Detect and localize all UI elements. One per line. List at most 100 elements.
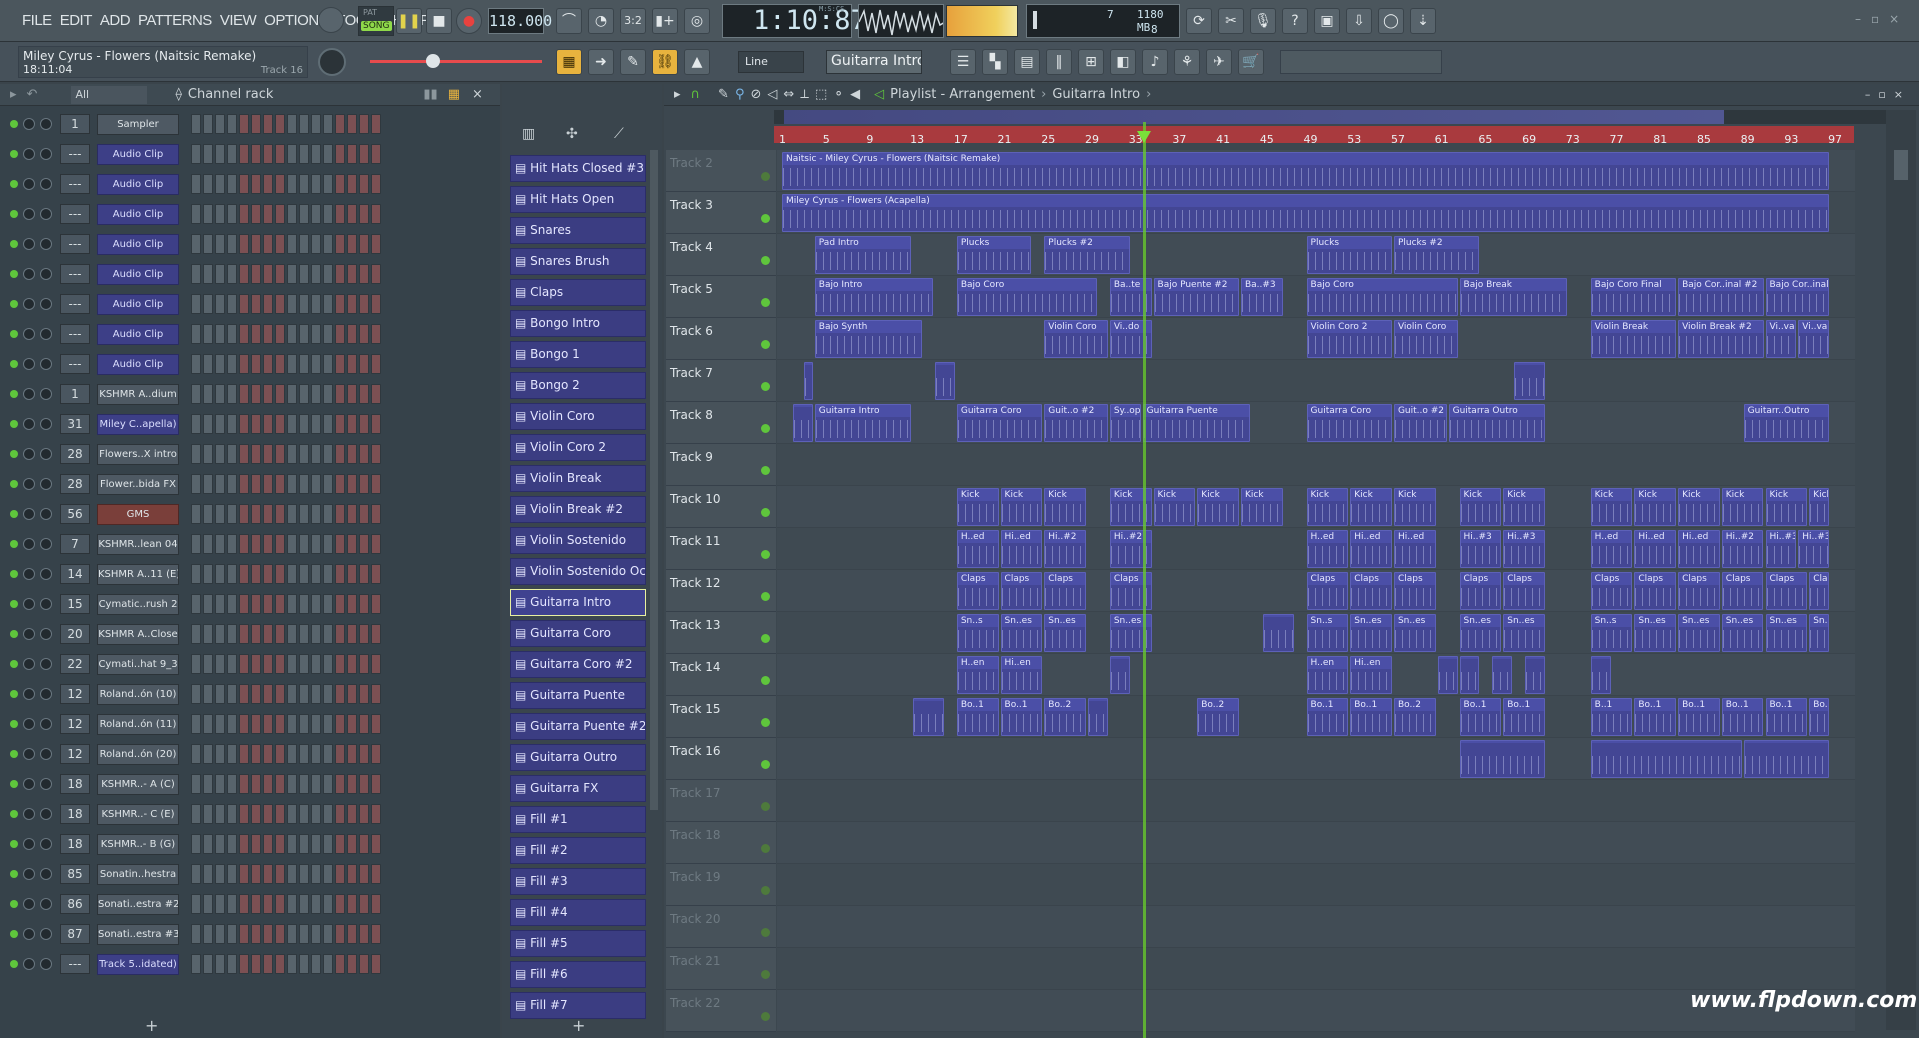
pattern-item[interactable]: ▤ Snares Brush (510, 248, 646, 275)
step-button[interactable] (251, 954, 261, 974)
channel-step-sequencer[interactable] (191, 864, 381, 884)
step-button[interactable] (275, 444, 285, 464)
pattern-item[interactable]: ▤ Guitarra Coro #2 (510, 651, 646, 678)
step-button[interactable] (335, 444, 345, 464)
step-button[interactable] (251, 624, 261, 644)
step-button[interactable] (299, 174, 309, 194)
playlist-clip[interactable] (934, 362, 955, 400)
link-icon[interactable]: ⛓ (652, 49, 678, 75)
step-button[interactable] (299, 534, 309, 554)
step-button[interactable] (239, 174, 249, 194)
track-header[interactable]: Track 8 (666, 402, 776, 444)
step-button[interactable] (275, 234, 285, 254)
step-button[interactable] (227, 744, 237, 764)
channel-led-icon[interactable] (10, 960, 18, 968)
scroll-thumb[interactable] (1894, 150, 1908, 180)
channel-volume-knob[interactable] (40, 268, 52, 280)
step-button[interactable] (323, 384, 333, 404)
step-button[interactable] (323, 594, 333, 614)
step-button[interactable] (191, 774, 201, 794)
step-button[interactable] (323, 714, 333, 734)
step-button[interactable] (227, 774, 237, 794)
step-button[interactable] (227, 684, 237, 704)
playlist-clip[interactable]: H..ed (1590, 530, 1633, 568)
channel-name-button[interactable]: KSHMR..lean 04 (97, 533, 179, 555)
playlist-clip[interactable]: Sn..es (1765, 614, 1808, 652)
step-button[interactable] (311, 414, 321, 434)
step-button[interactable] (215, 864, 225, 884)
step-button[interactable] (263, 174, 273, 194)
channel-row[interactable]: 18 KSHMR..- B (G) (10, 832, 381, 856)
step-button[interactable] (359, 654, 369, 674)
step-button[interactable] (347, 414, 357, 434)
channel-led-icon[interactable] (10, 150, 18, 158)
channel-row[interactable]: 85 Sonatin..hestra (10, 862, 381, 886)
step-button[interactable] (215, 204, 225, 224)
step-button[interactable] (323, 774, 333, 794)
step-button[interactable] (323, 534, 333, 554)
step-button[interactable] (251, 474, 261, 494)
channel-volume-knob[interactable] (40, 388, 52, 400)
step-button[interactable] (239, 924, 249, 944)
picker-pattern-icon[interactable]: ▥ (522, 126, 535, 142)
playlist-clip[interactable]: Kick (956, 488, 999, 526)
channel-pan-knob[interactable] (23, 628, 35, 640)
pattern-item[interactable]: ▤ Claps (510, 279, 646, 306)
channel-volume-knob[interactable] (40, 658, 52, 670)
channel-mixer-number[interactable]: 87 (60, 924, 90, 944)
track-led-icon[interactable] (761, 298, 770, 307)
playlist-clip[interactable]: Bo..1 (956, 698, 999, 736)
channel-pan-knob[interactable] (23, 448, 35, 460)
step-button[interactable] (251, 864, 261, 884)
track-led-icon[interactable] (761, 550, 770, 559)
playlist-arrow-icon[interactable]: ▸ (674, 87, 681, 102)
step-button[interactable] (275, 654, 285, 674)
track-header[interactable]: Track 5 (666, 276, 776, 318)
step-button[interactable] (287, 264, 297, 284)
step-button[interactable] (191, 414, 201, 434)
channel-name-button[interactable]: KSHMR..- A (C) (97, 773, 179, 795)
step-button[interactable] (371, 564, 381, 584)
channel-mixer-number[interactable]: 7 (60, 534, 90, 554)
channel-pan-knob[interactable] (23, 658, 35, 670)
download-icon[interactable]: ⇣ (1410, 8, 1436, 34)
step-button[interactable] (191, 384, 201, 404)
step-button[interactable] (203, 744, 213, 764)
step-button[interactable] (359, 294, 369, 314)
step-button[interactable] (359, 324, 369, 344)
step-button[interactable] (299, 954, 309, 974)
step-button[interactable] (359, 744, 369, 764)
step-button[interactable] (347, 204, 357, 224)
channel-name-button[interactable]: KSHMR..- C (E) (97, 803, 179, 825)
step-button[interactable] (215, 504, 225, 524)
step-button[interactable] (215, 774, 225, 794)
step-button[interactable] (335, 744, 345, 764)
step-button[interactable] (311, 894, 321, 914)
playlist-clip[interactable]: Sn..es (1721, 614, 1764, 652)
playlist-scrollbar[interactable] (1886, 110, 1916, 1030)
playlist-clip[interactable]: H..ed (1306, 530, 1349, 568)
playlist-window-controls[interactable]: –▫× (1865, 88, 1911, 101)
channel-row[interactable]: --- Audio Clip (10, 262, 381, 286)
step-button[interactable] (227, 144, 237, 164)
channel-name-button[interactable]: Audio Clip (97, 173, 179, 195)
step-button[interactable] (359, 204, 369, 224)
channel-volume-knob[interactable] (40, 868, 52, 880)
playlist-clip[interactable]: Bajo Coro (1306, 278, 1458, 316)
channel-volume-knob[interactable] (40, 748, 52, 760)
step-button[interactable] (299, 864, 309, 884)
step-button[interactable] (323, 654, 333, 674)
pattern-item[interactable]: ▤ Guitarra Puente (510, 682, 646, 709)
step-button[interactable] (191, 744, 201, 764)
channel-pan-knob[interactable] (23, 868, 35, 880)
step-button[interactable] (227, 804, 237, 824)
select-icon[interactable]: ⬚ (815, 87, 827, 102)
playlist-clip[interactable]: Guitarra Coro (1306, 404, 1392, 442)
playlist-clip[interactable]: Kick (1765, 488, 1808, 526)
channel-step-sequencer[interactable] (191, 384, 381, 404)
step-button[interactable] (275, 474, 285, 494)
step-button[interactable] (335, 804, 345, 824)
step-button[interactable] (251, 114, 261, 134)
step-button[interactable] (251, 924, 261, 944)
channel-row[interactable]: 7 KSHMR..lean 04 (10, 532, 381, 556)
